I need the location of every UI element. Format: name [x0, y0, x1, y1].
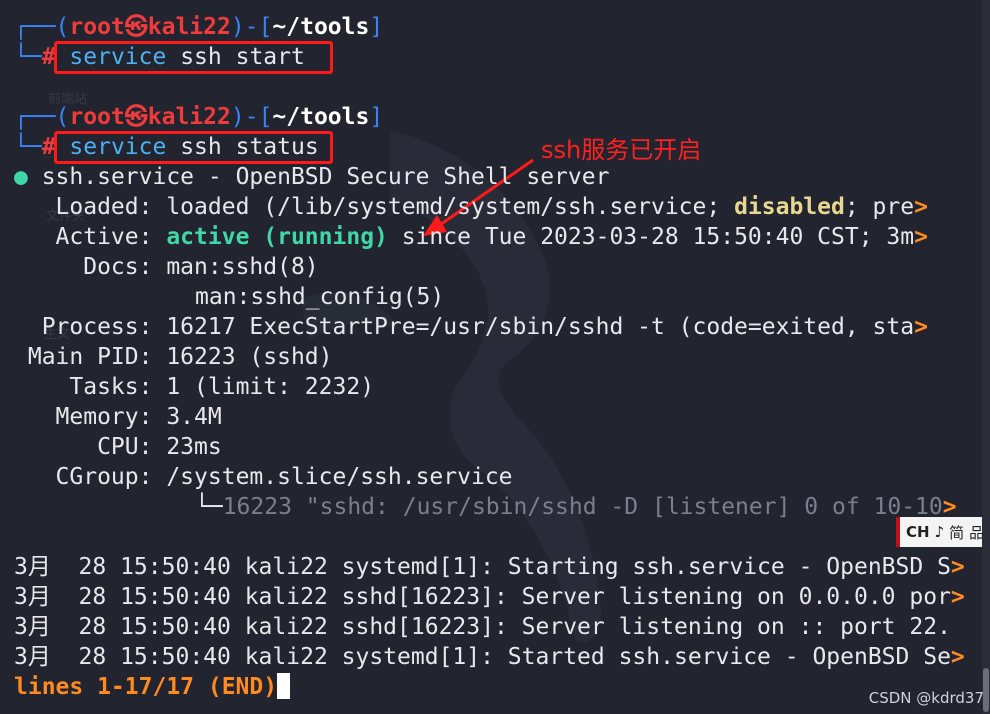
field-value: loaded (/lib/systemd/system/ssh.service;: [166, 194, 735, 220]
status-memory: Memory: 3.4M: [14, 402, 222, 432]
truncation-marker: >: [914, 194, 928, 220]
truncation-marker: >: [950, 644, 965, 670]
field-label: Process:: [14, 314, 167, 340]
csdn-watermark: CSDN @kdrd37: [868, 689, 984, 707]
status-docs: Docs: man:sshd(8): [14, 252, 319, 282]
truncation-marker: >: [914, 314, 928, 340]
skull-icon: ㉿: [124, 104, 148, 130]
pager-status: lines 1-17/17 (END): [14, 672, 291, 702]
prompt-frame: )-[: [230, 14, 273, 40]
status-process: Process: 16217 ExecStartPre=/usr/sbin/ss…: [14, 312, 928, 342]
field-label: Active:: [14, 224, 167, 250]
field-label: Loaded:: [14, 194, 167, 220]
active-state: active (running): [166, 224, 388, 250]
log-line: 3月 28 15:50:40 kali22 sshd[16223]: Serve…: [14, 582, 965, 612]
field-value: 3.4M: [166, 404, 222, 430]
prompt-line: ┌──(root㉿kali22)-[~/tools]: [14, 12, 383, 42]
ime-script[interactable]: 简: [949, 522, 964, 543]
prompt-frame: └─: [14, 134, 42, 160]
scrollbar-track[interactable]: [982, 0, 990, 714]
prompt-user: root: [69, 14, 125, 40]
prompt-host: kali22: [147, 104, 231, 130]
prompt-path: ~/tools: [272, 104, 370, 130]
truncation-marker: >: [950, 554, 965, 580]
field-label: Main PID:: [14, 344, 167, 370]
pager-text: lines 1-17/17 (END): [14, 674, 278, 700]
status-cgroup-child: └─16223 "sshd: /usr/sbin/sshd -D [listen…: [195, 492, 957, 522]
log-line: 3月 28 15:50:40 kali22 systemd[1]: Starte…: [14, 642, 965, 672]
prompt-path: ~/tools: [272, 14, 370, 40]
field-value: man:sshd(8): [166, 254, 319, 280]
truncation-marker: >: [950, 584, 965, 610]
highlight-box: [54, 131, 333, 164]
log-text: 3月 28 15:50:40 kali22 systemd[1]: Starte…: [14, 644, 951, 670]
disabled-badge: disabled: [734, 194, 845, 220]
field-value: ; pre: [844, 194, 915, 220]
field-value: since Tue 2023-03-28 15:50:40 CST; 3m: [387, 224, 915, 250]
ime-toolbar[interactable]: CH ♪ 简 品: [896, 517, 988, 547]
field-value: 23ms: [166, 434, 222, 460]
prompt-frame: ]: [369, 14, 384, 40]
truncation-marker: >: [914, 224, 928, 250]
prompt-frame: )-[: [230, 104, 273, 130]
field-label: Memory:: [14, 404, 167, 430]
prompt-frame: ┌──(: [14, 104, 70, 130]
field-label: CGroup:: [14, 464, 167, 490]
prompt-frame: ┌──(: [14, 14, 70, 40]
skull-icon: ㉿: [124, 14, 148, 40]
field-label: Docs:: [14, 254, 167, 280]
field-label: Tasks:: [14, 374, 167, 400]
status-loaded: Loaded: loaded (/lib/systemd/system/ssh.…: [14, 192, 928, 222]
field-value: 16223 "sshd: /usr/sbin/sshd -D [listener…: [222, 494, 943, 520]
field-value: 16223 (sshd): [166, 344, 333, 370]
field-value: 1 (limit: 2232): [166, 374, 375, 400]
log-text: 3月 28 15:50:40 kali22 sshd[16223]: Serve…: [14, 584, 951, 610]
status-tasks: Tasks: 1 (limit: 2232): [14, 372, 374, 402]
ime-lang[interactable]: CH: [906, 523, 930, 541]
status-cpu: CPU: 23ms: [14, 432, 222, 462]
annotation-label: ssh服务已开启: [541, 136, 702, 164]
prompt-user: root: [69, 104, 125, 130]
status-cgroup: CGroup: /system.slice/ssh.service: [14, 462, 513, 492]
log-line: 3月 28 15:50:40 kali22 sshd[16223]: Serve…: [14, 612, 951, 642]
log-text: 3月 28 15:50:40 kali22 systemd[1]: Starti…: [14, 554, 951, 580]
status-mainpid: Main PID: 16223 (sshd): [14, 342, 333, 372]
ime-mode-icon[interactable]: ♪: [935, 523, 945, 541]
field-value: 16217 ExecStartPre=/usr/sbin/sshd -t (co…: [166, 314, 915, 340]
text-cursor: [277, 673, 291, 699]
status-dot-icon: ●: [14, 164, 28, 190]
status-docs-2: man:sshd_config(5): [195, 284, 445, 310]
prompt-frame: └─: [14, 44, 42, 70]
field-label: CPU:: [14, 434, 167, 460]
status-active: Active: active (running) since Tue 2023-…: [14, 222, 928, 252]
log-text: 3月 28 15:50:40 kali22 sshd[16223]: Serve…: [14, 614, 951, 640]
prompt-line: ┌──(root㉿kali22)-[~/tools]: [14, 102, 383, 132]
highlight-box: [54, 41, 333, 74]
field-value: /system.slice/ssh.service: [166, 464, 513, 490]
tree-connector: └─: [195, 494, 223, 520]
prompt-host: kali22: [147, 14, 231, 40]
status-header-text: ssh.service - OpenBSD Secure Shell serve…: [27, 164, 610, 190]
log-line: 3月 28 15:50:40 kali22 systemd[1]: Starti…: [14, 552, 965, 582]
prompt-frame: ]: [369, 104, 384, 130]
status-header: ● ssh.service - OpenBSD Secure Shell ser…: [14, 162, 609, 192]
